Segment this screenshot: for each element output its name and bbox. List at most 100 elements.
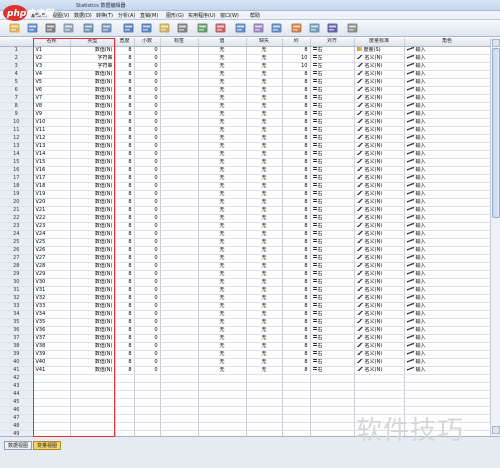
row-number[interactable]: 42 <box>0 374 34 383</box>
columns-cell[interactable]: 8 <box>282 70 311 79</box>
missing-cell[interactable]: 无 <box>246 294 283 303</box>
values-cell[interactable]: 无 <box>198 214 247 223</box>
name-cell[interactable]: V11 <box>33 126 71 135</box>
role-cell[interactable]: 输入 <box>404 246 490 255</box>
decimals-cell[interactable]: 0 <box>134 326 161 335</box>
role-cell[interactable]: 输入 <box>404 222 490 231</box>
name-cell[interactable]: V19 <box>33 190 71 199</box>
width-cell[interactable]: 8 <box>115 278 135 287</box>
menu-item-5[interactable]: 直销(M) <box>140 12 158 19</box>
measure-cell[interactable]: 名义(N) <box>354 278 405 287</box>
row-number[interactable]: 4 <box>0 70 34 79</box>
missing-cell[interactable]: 无 <box>246 222 283 231</box>
type-cell[interactable]: 数值(N) <box>70 158 116 167</box>
name-cell[interactable] <box>33 374 71 383</box>
values-cell[interactable]: 无 <box>198 182 247 191</box>
col-header-values[interactable]: 值 <box>198 38 247 47</box>
find-icon[interactable] <box>176 22 189 34</box>
columns-cell[interactable]: 8 <box>282 78 311 87</box>
columns-cell[interactable]: 8 <box>282 358 311 367</box>
vertical-scrollbar[interactable] <box>490 38 500 436</box>
type-cell[interactable]: 数值(N) <box>70 102 116 111</box>
type-cell[interactable]: 数值(N) <box>70 286 116 295</box>
measure-cell[interactable]: 名义(N) <box>354 326 405 335</box>
table-row[interactable]: 15 V15 数值(N) 8 0 无 无 8 右 名义(N) 输入 <box>0 158 490 167</box>
type-cell[interactable]: 数值(N) <box>70 278 116 287</box>
name-cell[interactable] <box>33 390 71 399</box>
columns-cell[interactable]: 8 <box>282 246 311 255</box>
missing-cell[interactable]: 无 <box>246 134 283 143</box>
row-number[interactable]: 1 <box>0 46 34 55</box>
decimals-cell[interactable]: 0 <box>134 134 161 143</box>
type-cell[interactable]: 数值(N) <box>70 86 116 95</box>
label-cell[interactable] <box>160 158 199 167</box>
type-cell[interactable] <box>70 382 116 391</box>
measure-cell[interactable]: 度量(S) <box>354 46 405 55</box>
role-cell[interactable]: 输入 <box>404 206 490 215</box>
align-cell[interactable]: 右 <box>310 366 355 375</box>
name-cell[interactable]: V14 <box>33 150 71 159</box>
columns-cell[interactable]: 8 <box>282 350 311 359</box>
align-cell[interactable]: 右 <box>310 222 355 231</box>
type-cell[interactable]: 数值(N) <box>70 214 116 223</box>
table-row[interactable]: 45 <box>0 398 490 407</box>
align-cell[interactable]: 右 <box>310 302 355 311</box>
missing-cell[interactable]: 无 <box>246 358 283 367</box>
row-number[interactable]: 23 <box>0 222 34 231</box>
width-cell[interactable]: 8 <box>115 94 135 103</box>
missing-cell[interactable]: 无 <box>246 182 283 191</box>
missing-cell[interactable]: 无 <box>246 262 283 271</box>
table-row[interactable]: 9 V9 数值(N) 8 0 无 无 8 右 名义(N) 输入 <box>0 110 490 119</box>
row-number[interactable]: 15 <box>0 158 34 167</box>
align-cell[interactable]: 右 <box>310 182 355 191</box>
row-number[interactable]: 17 <box>0 174 34 183</box>
values-cell[interactable]: 无 <box>198 110 247 119</box>
name-cell[interactable]: V31 <box>33 286 71 295</box>
name-cell[interactable]: V40 <box>33 358 71 367</box>
missing-cell[interactable]: 无 <box>246 366 283 375</box>
label-cell[interactable] <box>160 126 199 135</box>
measure-cell[interactable]: 名义(N) <box>354 262 405 271</box>
label-cell[interactable] <box>160 110 199 119</box>
type-cell[interactable]: 数值(N) <box>70 198 116 207</box>
values-cell[interactable] <box>198 374 247 383</box>
label-cell[interactable] <box>160 326 199 335</box>
row-number[interactable]: 10 <box>0 118 34 127</box>
role-cell[interactable]: 输入 <box>404 94 490 103</box>
columns-cell[interactable]: 8 <box>282 222 311 231</box>
width-cell[interactable]: 8 <box>115 86 135 95</box>
measure-cell[interactable]: 名义(N) <box>354 190 405 199</box>
menu-item-7[interactable]: 实用程序(U) <box>188 12 216 19</box>
measure-cell[interactable] <box>354 374 405 383</box>
decimals-cell[interactable] <box>134 390 161 399</box>
label-cell[interactable] <box>160 254 199 263</box>
row-number[interactable]: 47 <box>0 414 34 423</box>
type-cell[interactable]: 数值(N) <box>70 358 116 367</box>
row-number[interactable]: 40 <box>0 358 34 367</box>
columns-cell[interactable] <box>282 390 311 399</box>
align-cell[interactable]: 右 <box>310 174 355 183</box>
width-cell[interactable] <box>115 406 135 415</box>
missing-cell[interactable]: 无 <box>246 310 283 319</box>
columns-cell[interactable]: 8 <box>282 110 311 119</box>
col-header-align[interactable]: 对齐 <box>310 38 355 47</box>
columns-cell[interactable] <box>282 414 311 423</box>
measure-cell[interactable] <box>354 398 405 407</box>
role-cell[interactable]: 输入 <box>404 214 490 223</box>
missing-cell[interactable] <box>246 390 283 399</box>
label-cell[interactable] <box>160 230 199 239</box>
align-cell[interactable]: 右 <box>310 206 355 215</box>
decimals-cell[interactable]: 0 <box>134 302 161 311</box>
name-cell[interactable]: V33 <box>33 302 71 311</box>
align-cell[interactable] <box>310 414 355 423</box>
values-cell[interactable]: 无 <box>198 230 247 239</box>
width-cell[interactable]: 8 <box>115 358 135 367</box>
values-cell[interactable]: 无 <box>198 350 247 359</box>
name-cell[interactable]: V16 <box>33 166 71 175</box>
goto-case-icon[interactable] <box>122 22 135 34</box>
measure-cell[interactable]: 名义(N) <box>354 334 405 343</box>
type-cell[interactable]: 数值(N) <box>70 166 116 175</box>
name-cell[interactable]: V38 <box>33 342 71 351</box>
role-cell[interactable]: 输入 <box>404 158 490 167</box>
columns-cell[interactable]: 8 <box>282 334 311 343</box>
